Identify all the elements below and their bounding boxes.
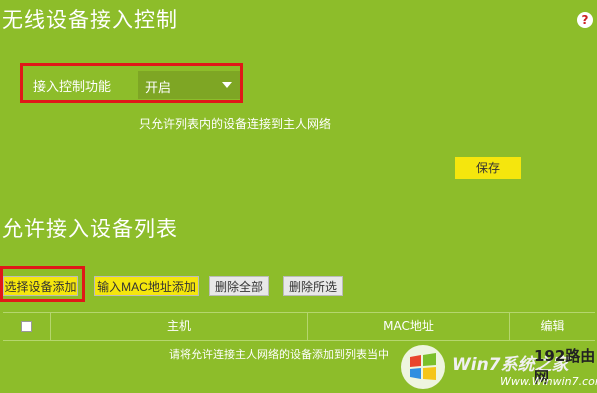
- select-all-cell: [3, 313, 50, 340]
- watermark-url: Www.Winwin7.com: [500, 375, 597, 388]
- section-title-allow-list: 允许接入设备列表: [2, 217, 178, 241]
- select-all-checkbox[interactable]: [21, 321, 32, 332]
- delete-all-button[interactable]: 删除全部: [209, 276, 269, 296]
- access-control-value: 开启: [145, 81, 172, 96]
- delete-selected-button[interactable]: 删除所选: [283, 276, 343, 296]
- table-header: 主机 MAC地址 编辑: [3, 312, 595, 341]
- access-control-description: 只允许列表内的设备连接到主人网络: [139, 117, 332, 131]
- column-header-host: 主机: [50, 313, 307, 340]
- select-device-add-button[interactable]: 选择设备添加: [3, 276, 78, 296]
- save-button[interactable]: 保存: [455, 157, 521, 179]
- page-title: 无线设备接入控制: [2, 8, 178, 32]
- access-control-label: 接入控制功能: [33, 80, 112, 95]
- column-header-mac: MAC地址: [307, 313, 509, 340]
- watermark: Win7系统之家 192路由网 Www.Winwin7.com: [400, 342, 597, 393]
- access-control-select[interactable]: 开启: [138, 71, 240, 99]
- windows-logo-icon: [401, 345, 445, 389]
- mac-address-add-button[interactable]: 输入MAC地址添加: [94, 276, 199, 296]
- column-header-edit: 编辑: [509, 313, 595, 340]
- help-icon[interactable]: ?: [577, 12, 593, 28]
- chevron-down-icon: [222, 82, 232, 88]
